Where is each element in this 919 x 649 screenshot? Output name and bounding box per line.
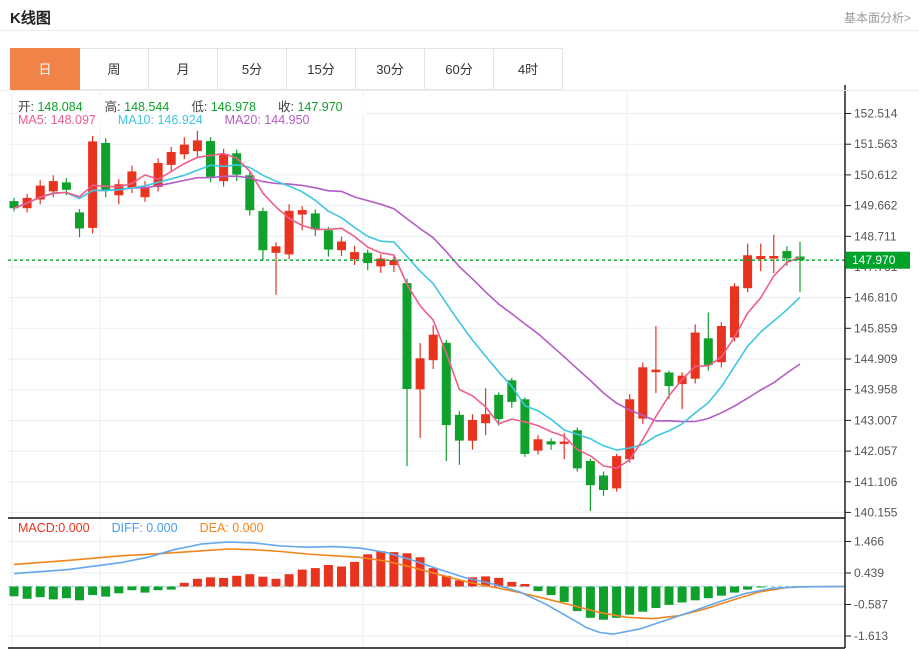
- tab-60min[interactable]: 60分: [424, 48, 494, 90]
- svg-text:1.466: 1.466: [854, 535, 884, 549]
- page-title: K线图: [10, 7, 51, 28]
- fundamental-analysis-link[interactable]: 基本面分析>: [844, 9, 911, 26]
- ma20-value: MA20: 144.950: [225, 113, 310, 127]
- svg-text:146.810: 146.810: [854, 291, 898, 305]
- svg-text:148.711: 148.711: [854, 229, 897, 243]
- price-axis: 152.514151.563150.612149.662148.711147.7…: [845, 107, 898, 520]
- tabs-underline: [0, 90, 919, 91]
- ma5-value: MA5: 148.097: [18, 113, 96, 127]
- kline-page: { "header": { "title": "K线图", "link": "基…: [0, 0, 919, 649]
- svg-text:149.662: 149.662: [854, 199, 898, 213]
- svg-text:142.057: 142.057: [854, 444, 898, 458]
- svg-text:144.909: 144.909: [854, 352, 898, 366]
- macd-legend: MACD:0.000 DIFF: 0.000 DEA: 0.000: [18, 521, 286, 535]
- ma10-value: MA10: 146.924: [118, 113, 203, 127]
- header-divider: [0, 30, 919, 31]
- tab-4hour[interactable]: 4时: [493, 48, 563, 90]
- tab-15min[interactable]: 15分: [286, 48, 356, 90]
- svg-text:-0.587: -0.587: [854, 598, 888, 612]
- svg-text:-1.613: -1.613: [854, 629, 888, 643]
- tab-month[interactable]: 月: [148, 48, 218, 90]
- svg-text:145.859: 145.859: [854, 321, 898, 335]
- tab-30min[interactable]: 30分: [355, 48, 425, 90]
- svg-text:152.514: 152.514: [854, 107, 898, 121]
- diff-value: DIFF: 0.000: [112, 521, 178, 535]
- tab-week[interactable]: 周: [79, 48, 149, 90]
- macd-axis: 1.466 0.439 -0.587 -1.613: [845, 535, 888, 644]
- tab-day[interactable]: 日: [10, 48, 80, 90]
- svg-text:0.439: 0.439: [854, 566, 884, 580]
- svg-text:141.106: 141.106: [854, 475, 898, 489]
- svg-text:150.612: 150.612: [854, 168, 898, 182]
- timeframe-tabs: 日 周 月 5分 15分 30分 60分 4时: [11, 48, 563, 90]
- tab-5min[interactable]: 5分: [217, 48, 287, 90]
- ma-legend: MA5: 148.097 MA10: 146.924 MA20: 144.950: [18, 113, 331, 127]
- svg-text:147.970: 147.970: [852, 253, 896, 267]
- svg-text:143.958: 143.958: [854, 383, 898, 397]
- svg-text:151.563: 151.563: [854, 137, 898, 151]
- svg-text:143.007: 143.007: [854, 413, 898, 427]
- dea-value: DEA: 0.000: [200, 521, 264, 535]
- macd-value: MACD:0.000: [18, 521, 90, 535]
- svg-text:140.155: 140.155: [854, 505, 898, 519]
- current-price-badge: 147.970: [846, 252, 910, 269]
